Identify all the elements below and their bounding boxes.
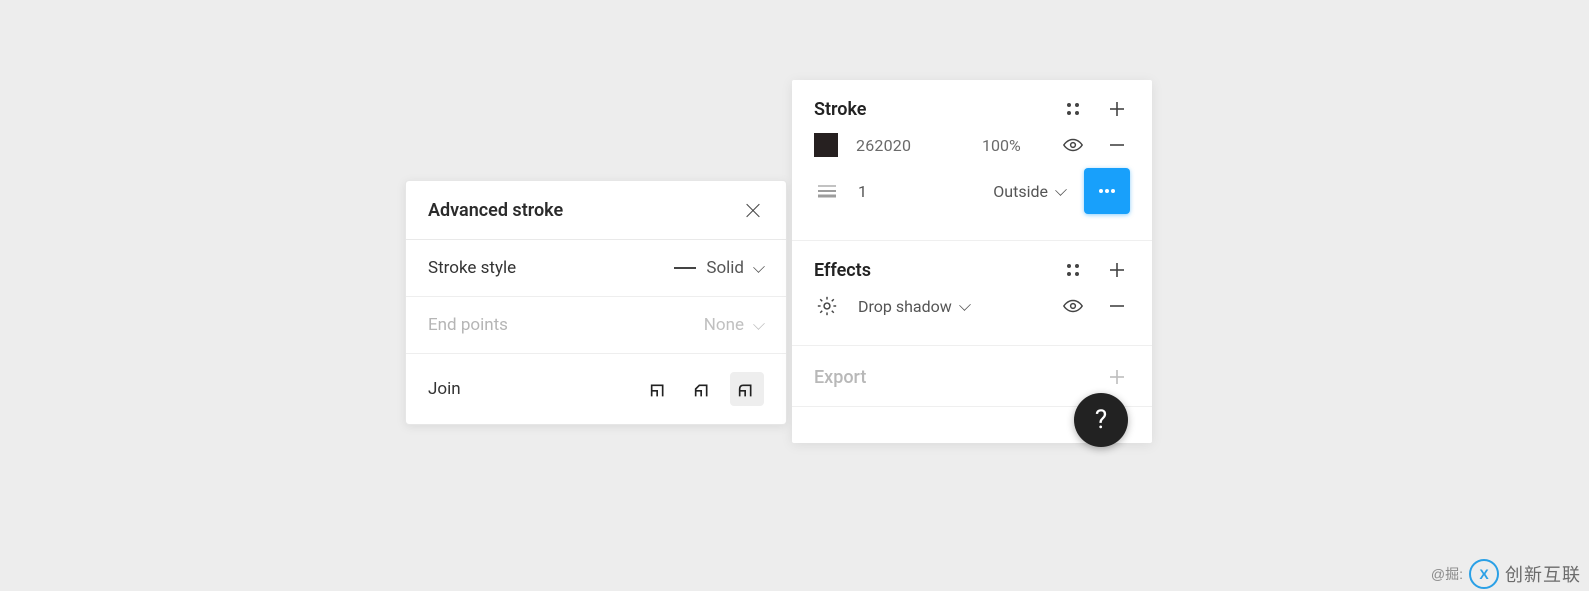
stroke-style-label: Stroke style — [428, 258, 516, 278]
effect-type-value: Drop shadow — [858, 297, 952, 316]
effect-type-dropdown[interactable]: Drop shadow — [858, 297, 1042, 316]
export-section-title: Export — [814, 367, 1086, 388]
end-points-value: None — [704, 315, 744, 335]
join-miter-button[interactable] — [642, 372, 676, 406]
watermark: @掘: X 创新互联 — [1431, 559, 1581, 589]
solid-line-icon — [674, 267, 696, 269]
end-points-label: End points — [428, 315, 508, 335]
visibility-toggle-icon[interactable] — [1060, 132, 1086, 158]
visibility-toggle-icon[interactable] — [1060, 293, 1086, 319]
effects-section-title: Effects — [814, 260, 1042, 281]
stroke-weight-value[interactable]: 1 — [858, 182, 975, 201]
end-points-dropdown[interactable]: None — [704, 315, 764, 335]
inspector-panel: Stroke 262020 100% — [792, 80, 1152, 443]
add-effect-button[interactable] — [1104, 257, 1130, 283]
remove-effect-button[interactable] — [1104, 293, 1130, 319]
watermark-logo-icon: X — [1469, 559, 1499, 589]
add-export-button[interactable] — [1104, 364, 1130, 390]
stroke-opacity[interactable]: 100% — [982, 136, 1042, 155]
join-label: Join — [428, 379, 461, 399]
stroke-section-title: Stroke — [814, 99, 1042, 120]
stroke-style-dropdown[interactable]: Solid — [674, 258, 764, 278]
stroke-position-value: Outside — [993, 182, 1048, 201]
help-button[interactable]: ? — [1074, 393, 1128, 447]
style-library-icon[interactable] — [1060, 257, 1086, 283]
style-library-icon[interactable] — [1060, 96, 1086, 122]
close-icon[interactable] — [742, 199, 764, 221]
watermark-brand: 创新互联 — [1505, 561, 1581, 587]
add-stroke-button[interactable] — [1104, 96, 1130, 122]
effect-settings-icon[interactable] — [814, 293, 840, 319]
stroke-position-dropdown[interactable]: Outside — [993, 182, 1066, 201]
stroke-color-swatch[interactable] — [814, 133, 838, 157]
chevron-down-icon — [754, 320, 764, 330]
stroke-color-hex[interactable]: 262020 — [856, 136, 964, 155]
advanced-stroke-button[interactable] — [1084, 168, 1130, 214]
join-round-button[interactable] — [730, 372, 764, 406]
chevron-down-icon — [754, 263, 764, 273]
stroke-weight-icon — [814, 178, 840, 204]
stroke-style-value: Solid — [706, 258, 744, 278]
advanced-stroke-title: Advanced stroke — [428, 200, 563, 221]
watermark-source: @掘: — [1431, 564, 1463, 584]
remove-stroke-button[interactable] — [1104, 132, 1130, 158]
join-bevel-button[interactable] — [686, 372, 720, 406]
advanced-stroke-popover: Advanced stroke Stroke style Solid End p… — [405, 180, 787, 425]
chevron-down-icon — [960, 301, 970, 311]
chevron-down-icon — [1056, 186, 1066, 196]
